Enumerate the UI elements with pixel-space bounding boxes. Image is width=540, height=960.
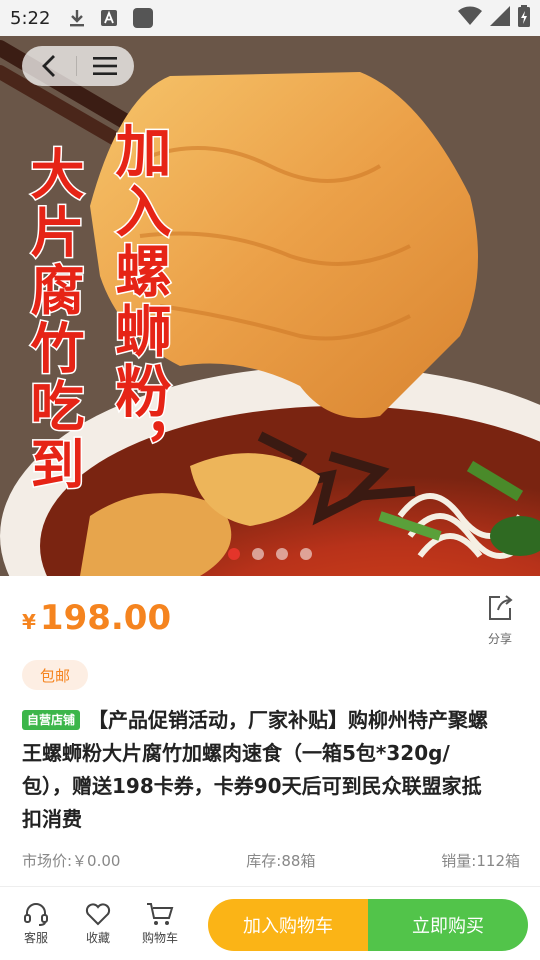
status-bar: 5:22	[0, 0, 540, 36]
status-time: 5:22	[10, 7, 51, 29]
bottom-action-bar: 客服 收藏 购物车 加入购物车 立即购买	[0, 887, 540, 960]
product-meta: 市场价:￥0.00 库存:88箱 销量:112箱	[22, 850, 520, 871]
share-button[interactable]: 分享	[480, 594, 520, 647]
carousel-dot[interactable]	[228, 548, 240, 560]
hamburger-icon	[93, 57, 117, 75]
share-icon	[489, 595, 513, 620]
battery-icon	[518, 5, 530, 31]
nav-pill	[22, 46, 134, 86]
app-square-icon	[132, 7, 154, 29]
product-detail-page: 5:22 大片腐竹吃到 加入螺蛳粉， ¥ 198.00 分享 包邮 自营店铺 【…	[0, 0, 540, 960]
signal-icon	[490, 6, 510, 30]
stock: 库存:88箱	[246, 852, 316, 870]
currency-symbol: ¥	[22, 610, 36, 634]
hero-overlay-text-left: 大片腐竹吃到	[20, 145, 86, 496]
customer-service-button[interactable]: 客服	[5, 901, 67, 946]
carousel-dot[interactable]	[252, 548, 264, 560]
download-icon	[68, 8, 86, 28]
share-label: 分享	[487, 632, 512, 646]
favorite-button[interactable]: 收藏	[67, 901, 129, 946]
heart-icon	[85, 903, 111, 926]
hero-overlay-text-right: 加入螺蛳粉，	[105, 121, 173, 484]
price: ¥ 198.00	[22, 598, 171, 638]
free-shipping-tag: 包邮	[22, 660, 89, 690]
carousel-indicator	[0, 548, 540, 560]
buy-now-button[interactable]: 立即购买	[368, 899, 528, 951]
cart-icon	[147, 903, 174, 925]
carousel-dot[interactable]	[276, 548, 288, 560]
add-to-cart-button[interactable]: 加入购物车	[208, 899, 368, 951]
product-title: 自营店铺 【产品促销活动，厂家补贴】购柳州特产聚螺王螺蛳粉大片腐竹加螺肉速食（一箱…	[22, 704, 492, 836]
favorite-label: 收藏	[85, 931, 110, 945]
sales: 销量:112箱	[441, 852, 520, 870]
cart-label: 购物车	[141, 931, 178, 945]
headset-icon	[24, 903, 48, 926]
wifi-icon	[458, 6, 482, 30]
self-store-badge: 自营店铺	[22, 710, 81, 730]
product-image-carousel[interactable]: 大片腐竹吃到 加入螺蛳粉，	[0, 36, 540, 576]
price-value: 198.00	[39, 598, 172, 638]
customer-service-label: 客服	[23, 931, 48, 945]
purchase-button-group: 加入购物车 立即购买	[208, 899, 528, 951]
menu-button[interactable]	[77, 46, 133, 86]
product-title-text: 【产品促销活动，厂家补贴】购柳州特产聚螺王螺蛳粉大片腐竹加螺肉速食（一箱5包*3…	[22, 708, 489, 831]
market-price: 市场价:￥0.00	[22, 852, 121, 870]
chevron-left-icon	[42, 55, 55, 77]
keyboard-a-icon	[100, 9, 118, 27]
carousel-dot[interactable]	[300, 548, 312, 560]
cart-button[interactable]: 购物车	[129, 901, 191, 946]
back-button[interactable]	[22, 46, 76, 86]
